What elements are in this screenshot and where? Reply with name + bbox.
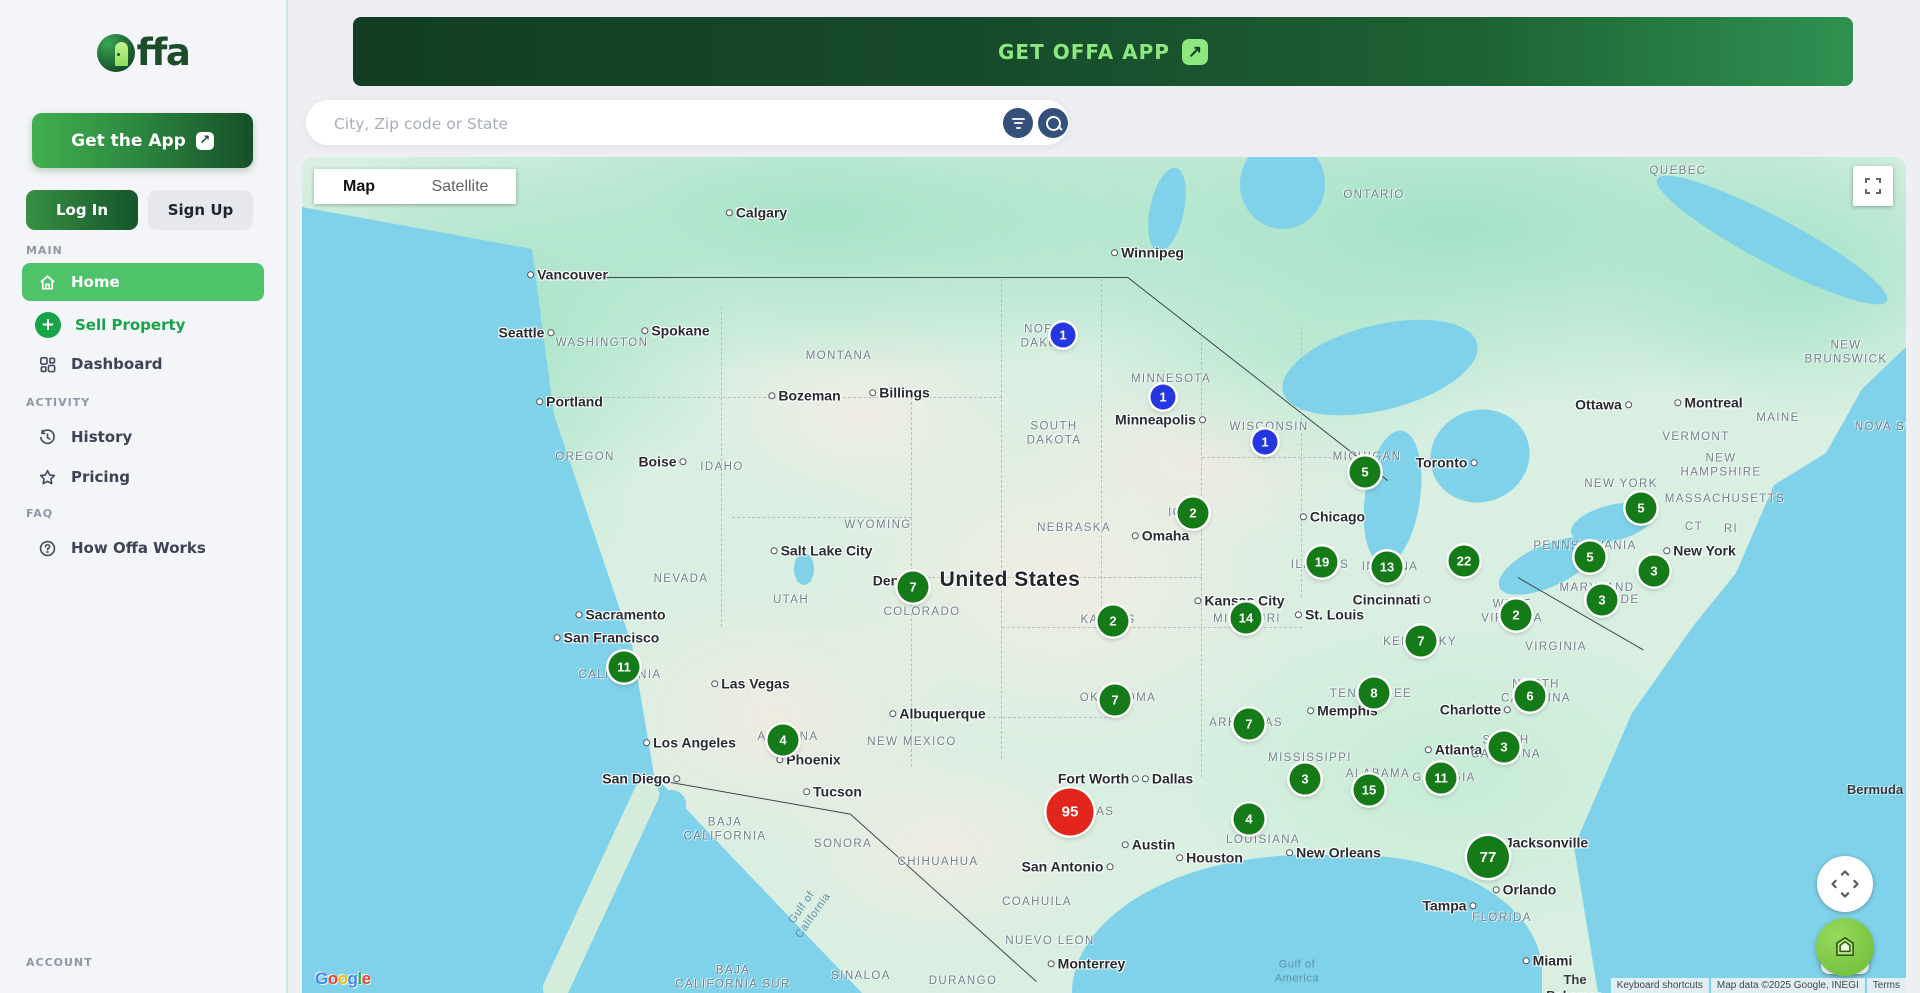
great-salt-lake [794,553,814,585]
pan-arrows-icon [1830,869,1860,899]
external-link-icon: ↗ [1182,39,1208,65]
search-button[interactable] [1038,108,1068,138]
map-cluster-marker[interactable]: 1 [1253,430,1278,455]
state-border [1202,457,1372,458]
sign-up-button[interactable]: Sign Up [148,190,253,230]
sidebar-item-dashboard[interactable]: Dashboard [22,345,264,383]
filter-button[interactable] [1003,108,1033,138]
state-border [912,577,1202,578]
offa-logo-text: ffa [137,34,190,72]
plus-circle-icon: + [35,312,61,338]
question-circle-icon [38,539,57,558]
state-border [1201,327,1202,777]
keyboard-shortcuts-link[interactable]: Keyboard shortcuts [1611,978,1709,993]
offa-logo-door-icon [97,34,135,72]
sidebar-item-how-offa-works[interactable]: How Offa Works [22,529,264,567]
map-cluster-marker[interactable]: 7 [1406,626,1437,657]
sidebar-item-sell-property[interactable]: + Sell Property [22,306,264,344]
map-cluster-marker[interactable]: 2 [1501,600,1532,631]
sidebar-item-label: Sell Property [75,316,185,334]
map-cluster-marker[interactable]: 3 [1587,585,1618,616]
map-cluster-marker[interactable]: 7 [1234,709,1265,740]
sidebar-item-pricing[interactable]: Pricing [22,458,264,496]
map-cluster-marker[interactable]: 3 [1290,764,1321,795]
pan-control-button[interactable] [1817,856,1873,912]
google-logo[interactable]: Google [315,969,371,989]
state-border [732,517,912,518]
map-view-button[interactable]: Map [314,169,404,204]
map-cluster-marker[interactable]: 3 [1639,556,1670,587]
history-clock-icon [38,428,57,447]
map-cluster-marker[interactable]: 95 [1047,789,1094,836]
section-label-activity: ACTIVITY [26,396,90,409]
state-border [721,307,722,627]
map-cluster-marker[interactable]: 5 [1350,457,1381,488]
sidebar: ffa Get the App ↗ Log In Sign Up MAIN Ho… [0,0,288,993]
state-border [912,717,1112,718]
map-cluster-marker[interactable]: 11 [1426,763,1457,794]
map-cluster-marker[interactable]: 5 [1626,493,1657,524]
sidebar-item-label: History [71,428,132,446]
filter-icon [1012,118,1025,129]
map-type-toggle: Map Satellite [314,169,516,204]
home-locator-button[interactable] [1816,918,1874,976]
sidebar-item-history[interactable]: History [22,418,264,456]
map-attribution: Keyboard shortcuts Map data ©2025 Google… [1611,978,1906,993]
sidebar-item-label: How Offa Works [71,539,206,557]
location-search-bar [306,100,1069,145]
terms-link[interactable]: Terms [1867,978,1906,993]
house-3d-icon [1832,934,1858,960]
map-cluster-marker[interactable]: 7 [898,572,929,603]
map-data-label: Map data ©2025 Google, INEGI [1711,978,1865,993]
log-in-button[interactable]: Log In [26,190,138,230]
star-icon [38,468,57,487]
section-label-faq: FAQ [26,507,53,520]
us-canada-border [540,277,1128,278]
satellite-view-button[interactable]: Satellite [404,169,516,204]
map-cluster-marker[interactable]: 11 [609,652,640,683]
map-cluster-marker[interactable]: 4 [1234,804,1265,835]
map-cluster-marker[interactable]: 77 [1467,836,1509,878]
map-cluster-marker[interactable]: 15 [1354,775,1385,806]
map-canvas[interactable]: CalgaryVancouverWinnipegSeattleSpokanePo… [302,157,1906,993]
search-input[interactable] [332,100,976,147]
map-cluster-marker[interactable]: 3 [1489,732,1520,763]
map-cluster-marker[interactable]: 2 [1098,606,1129,637]
map-cluster-marker[interactable]: 1 [1051,323,1076,348]
map-cluster-marker[interactable]: 19 [1307,547,1338,578]
map-cluster-marker[interactable]: 2 [1178,498,1209,529]
sidebar-item-label: Pricing [71,468,130,486]
home-icon [38,273,57,292]
map-cluster-marker[interactable]: 8 [1359,678,1390,709]
map-cluster-marker[interactable]: 1 [1151,385,1176,410]
map-cluster-marker[interactable]: 14 [1231,603,1262,634]
get-offa-app-banner[interactable]: GET OFFA APP ↗ [353,17,1853,86]
map-cluster-marker[interactable]: 4 [768,725,799,756]
sidebar-item-label: Dashboard [71,355,162,373]
get-the-app-button[interactable]: Get the App ↗ [32,113,253,168]
map-cluster-marker[interactable]: 6 [1515,681,1546,712]
sidebar-item-label: Home [71,273,120,291]
external-link-icon: ↗ [196,132,214,150]
state-border [1301,327,1302,597]
banner-label: GET OFFA APP [998,40,1170,64]
fullscreen-button[interactable] [1853,166,1893,206]
sidebar-item-home[interactable]: Home [22,263,264,301]
map-cluster-marker[interactable]: 13 [1372,552,1403,583]
state-border [552,397,1002,398]
dashboard-grid-icon [38,355,57,374]
map-cluster-marker[interactable]: 7 [1100,685,1131,716]
map-cluster-marker[interactable]: 22 [1449,546,1480,577]
offa-logo: ffa [0,34,286,72]
state-border [1001,279,1002,759]
section-label-account: ACCOUNT [26,956,93,969]
section-label-main: MAIN [26,244,63,257]
offa-app-window: ffa Get the App ↗ Log In Sign Up MAIN Ho… [0,0,1920,993]
search-icon [1046,116,1061,131]
map-cluster-marker[interactable]: 5 [1575,542,1606,573]
fullscreen-icon [1864,177,1882,195]
